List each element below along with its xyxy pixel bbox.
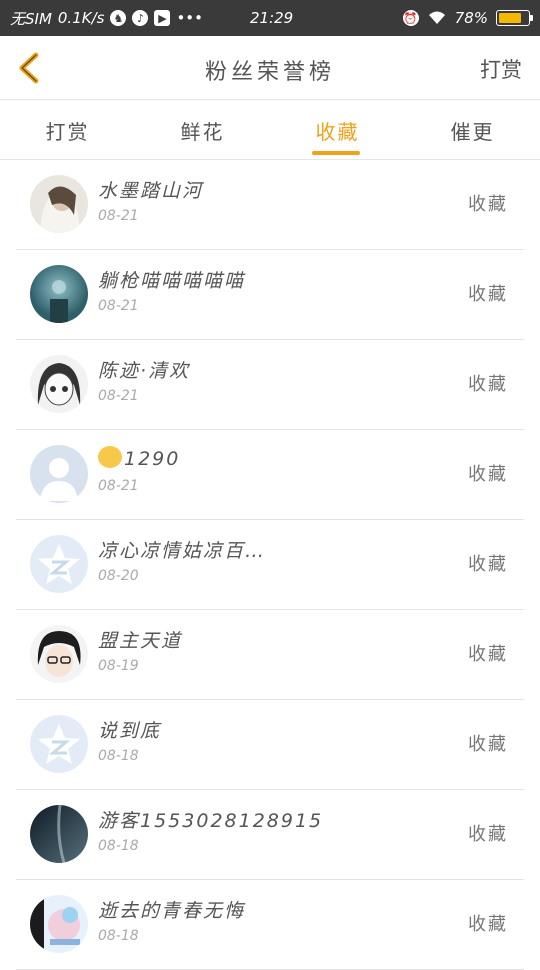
list-item[interactable]: 游客1553028128915 08-18 收藏 bbox=[16, 790, 524, 880]
tab-label: 收藏 bbox=[315, 120, 360, 144]
user-name: 水墨踏山河 bbox=[98, 176, 203, 203]
page-title: 粉丝荣誉榜 bbox=[204, 60, 335, 85]
user-name: 游客1553028128915 bbox=[98, 806, 323, 833]
user-name: 说到底 bbox=[98, 716, 161, 743]
list-item[interactable]: 水墨踏山河 08-21 收藏 bbox=[16, 160, 524, 250]
tab-flowers[interactable]: 鲜花 bbox=[135, 100, 270, 159]
date-text: 08-18 bbox=[98, 748, 139, 764]
avatar[interactable] bbox=[30, 445, 88, 503]
favorite-label: 收藏 bbox=[468, 644, 508, 665]
user-name-text: 水墨踏山河 bbox=[98, 180, 204, 202]
battery-percent: 78% bbox=[454, 9, 488, 27]
user-name-text: 躺枪喵喵喵喵喵 bbox=[98, 270, 246, 292]
user-name: 逝去的青春无悔 bbox=[98, 896, 245, 923]
play-icon: ▶ bbox=[154, 10, 171, 26]
favorite-label: 收藏 bbox=[468, 374, 508, 395]
list-item[interactable]: 1290 08-21 收藏 bbox=[16, 430, 524, 520]
user-name-text: 陈迹·清欢 bbox=[98, 360, 191, 382]
favorite-label: 收藏 bbox=[468, 734, 508, 755]
date-text: 08-20 bbox=[98, 568, 139, 584]
date-text: 08-21 bbox=[98, 478, 139, 494]
tab-bar: 打赏 鲜花 收藏 催更 bbox=[0, 100, 540, 160]
favorite-label: 收藏 bbox=[468, 914, 508, 935]
more-dots-icon: ••• bbox=[176, 9, 203, 27]
tab-urge-update[interactable]: 催更 bbox=[405, 100, 540, 159]
list-item[interactable]: 躺枪喵喵喵喵喵 08-21 收藏 bbox=[16, 250, 524, 340]
tab-favorites[interactable]: 收藏 bbox=[270, 100, 405, 159]
favorite-label: 收藏 bbox=[468, 464, 508, 485]
avatar[interactable] bbox=[30, 265, 88, 323]
status-bar: 无SIM 0.1K/s ♞ ♪ ▶ ••• 21:29 ⏰ 78% bbox=[0, 0, 540, 36]
date-text: 08-21 bbox=[98, 298, 139, 314]
list-item[interactable]: 凉心凉情姑凉百… 08-20 收藏 bbox=[16, 520, 524, 610]
avatar[interactable] bbox=[30, 805, 88, 863]
favorite-label: 收藏 bbox=[468, 824, 508, 845]
user-name-text: 游客1553028128915 bbox=[98, 810, 324, 832]
network-speed: 0.1K/s bbox=[57, 9, 105, 27]
fan-list: 水墨踏山河 08-21 收藏 躺枪喵喵喵喵喵 08-21 收藏 陈迹·清欢 08-21 收藏 12… bbox=[0, 160, 540, 970]
notification-icon: ♞ bbox=[110, 10, 127, 26]
avatar[interactable] bbox=[30, 625, 88, 683]
wifi-icon bbox=[428, 11, 445, 24]
tab-label: 打赏 bbox=[45, 120, 90, 144]
music-icon: ♪ bbox=[132, 10, 149, 26]
user-name: 1290 bbox=[98, 446, 180, 470]
clock: 21:29 bbox=[250, 9, 294, 27]
tab-label: 催更 bbox=[450, 120, 495, 144]
date-text: 08-19 bbox=[98, 658, 139, 674]
favorite-label: 收藏 bbox=[468, 554, 508, 575]
battery-level bbox=[499, 13, 521, 23]
favorite-label: 收藏 bbox=[468, 284, 508, 305]
user-name: 盟主天道 bbox=[98, 626, 182, 653]
avatar[interactable] bbox=[30, 175, 88, 233]
reward-button[interactable]: 打赏 bbox=[480, 54, 522, 84]
list-item[interactable]: 陈迹·清欢 08-21 收藏 bbox=[16, 340, 524, 430]
avatar[interactable] bbox=[30, 895, 88, 953]
list-item[interactable]: 逝去的青春无悔 08-18 收藏 bbox=[16, 880, 524, 970]
date-text: 08-18 bbox=[98, 838, 139, 854]
avatar[interactable] bbox=[30, 355, 88, 413]
avatar[interactable] bbox=[30, 535, 88, 593]
active-tab-indicator bbox=[312, 151, 360, 155]
alarm-icon: ⏰ bbox=[402, 10, 419, 26]
user-name-text: 盟主天道 bbox=[98, 630, 183, 652]
list-item[interactable]: 说到底 08-18 收藏 bbox=[16, 700, 524, 790]
list-item[interactable]: 盟主天道 08-19 收藏 bbox=[16, 610, 524, 700]
carrier-text: 无SIM bbox=[10, 9, 52, 28]
user-name-text: 说到底 bbox=[98, 720, 162, 742]
date-text: 08-18 bbox=[98, 928, 139, 944]
user-name-text: 1290 bbox=[124, 448, 181, 470]
user-name: 躺枪喵喵喵喵喵 bbox=[98, 266, 245, 293]
date-text: 08-21 bbox=[98, 388, 139, 404]
tab-label: 鲜花 bbox=[180, 120, 225, 144]
avatar[interactable] bbox=[30, 715, 88, 773]
battery-icon bbox=[496, 10, 533, 26]
user-name: 陈迹·清欢 bbox=[98, 356, 190, 383]
user-name-text: 逝去的青春无悔 bbox=[98, 900, 246, 922]
favorite-label: 收藏 bbox=[468, 194, 508, 215]
user-name: 凉心凉情姑凉百… bbox=[98, 536, 266, 563]
date-text: 08-21 bbox=[98, 208, 139, 224]
user-name-text: 凉心凉情姑凉百… bbox=[98, 540, 267, 562]
smile-emoji-icon bbox=[98, 446, 122, 468]
nav-header: 粉丝荣誉榜 打赏 bbox=[0, 36, 540, 100]
tab-reward[interactable]: 打赏 bbox=[0, 100, 135, 159]
